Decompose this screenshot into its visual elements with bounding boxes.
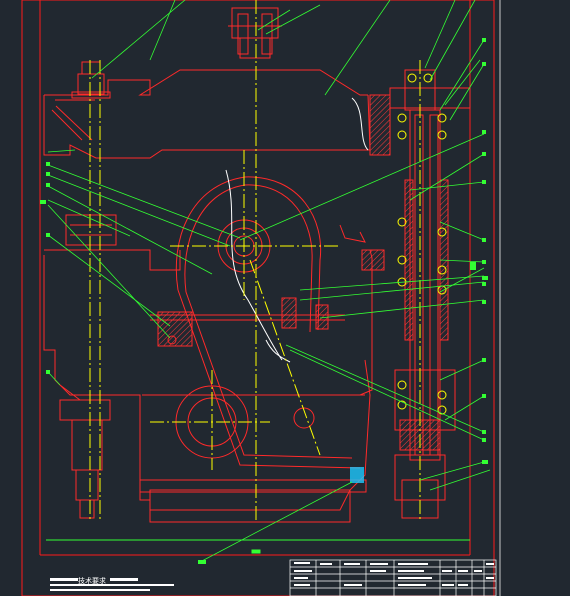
dimension-lines (46, 539, 470, 554)
lifting-lug (228, 7, 282, 59)
lower-left-bolt (59, 384, 111, 519)
leader-lines (47, 0, 491, 563)
technical-notes (50, 578, 174, 591)
right-shaft-assembly (359, 69, 471, 519)
upper-gear (175, 176, 361, 469)
right-wedge (339, 224, 366, 243)
upper-housing (43, 69, 371, 159)
title-block (289, 559, 497, 596)
seal-detail (350, 467, 364, 483)
leader-markers (40, 38, 488, 564)
break-lines (225, 97, 369, 363)
technical-notes-title: 技术要求 (78, 577, 106, 585)
cad-drawing-canvas[interactable] (0, 0, 570, 596)
left-stud (65, 214, 117, 246)
